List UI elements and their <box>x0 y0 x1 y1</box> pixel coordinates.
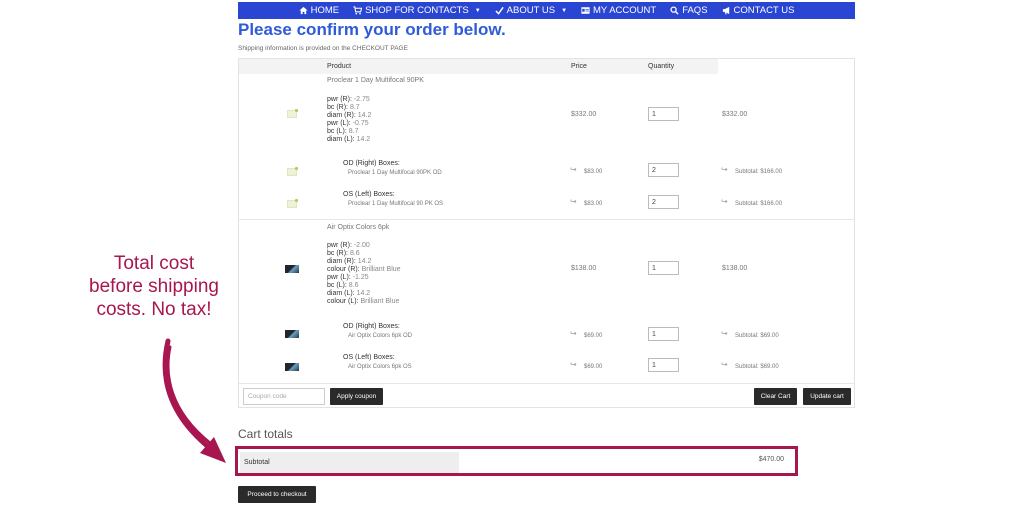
account-card-icon <box>581 6 590 15</box>
nav-contact-label: CONTACT US <box>733 5 795 16</box>
os-subtotal: Subtotal: $69.00 <box>735 364 779 370</box>
row-divider <box>239 219 854 220</box>
od-boxes-label: OD (Right) Boxes: <box>343 323 400 330</box>
product-image[interactable] <box>285 330 299 338</box>
return-arrow-icon: ↪ <box>721 329 728 338</box>
spec-row: colour (L): Brilliant Blue <box>327 298 400 305</box>
caret-down-icon: ▼ <box>561 7 568 14</box>
cart-totals-title: Cart totals <box>238 427 293 441</box>
product-name[interactable]: Air Optix Colors 6pk <box>327 224 389 232</box>
spec-row: bc (L): 8.7 <box>327 128 359 135</box>
spec-row: diam (L): 14.2 <box>327 136 371 143</box>
nav-faqs[interactable]: FAQS <box>670 5 708 16</box>
check-icon <box>495 6 504 15</box>
product-price: $138.00 <box>571 265 597 272</box>
product-total: $138.00 <box>722 265 748 272</box>
nav-home-label: HOME <box>310 5 340 16</box>
header-price: Price <box>571 63 587 70</box>
annotation-arrow-icon <box>162 338 226 463</box>
quantity-input[interactable]: 1 <box>648 107 679 121</box>
update-cart-button[interactable]: Update cart <box>803 388 851 405</box>
spec-row: pwr (R): -2.00 <box>327 242 370 249</box>
os-boxes-label: OS (Left) Boxes: <box>343 354 395 361</box>
product-total: $332.00 <box>722 111 748 118</box>
product-image[interactable] <box>285 363 299 371</box>
nav-contact[interactable]: CONTACT US <box>722 5 795 16</box>
main-nav: HOME SHOP FOR CONTACTS ▼ ABOUT US ▼ MY A… <box>238 2 855 19</box>
search-icon <box>670 6 679 15</box>
header-product: Product <box>327 63 352 70</box>
spec-row: bc (R): 8.7 <box>327 104 360 111</box>
os-quantity-input[interactable]: 1 <box>648 358 679 372</box>
page-title: Please confirm your order below. <box>238 20 506 39</box>
clear-cart-button[interactable]: Clear Cart <box>754 388 797 405</box>
annotation-text: Total cost before shipping costs. No tax… <box>89 253 219 320</box>
od-product-name: Proclear 1 Day Multifocal 90PK OD <box>348 170 442 176</box>
product-image[interactable] <box>285 265 299 273</box>
subtotal-value: $470.00 <box>758 456 784 463</box>
nav-account-label: MY ACCOUNT <box>593 5 657 16</box>
return-arrow-icon: ↪ <box>570 360 577 369</box>
od-price: $69.00 <box>584 333 603 339</box>
spec-row: diam (R): 14.2 <box>327 258 372 265</box>
spec-row: diam (L): 14.2 <box>327 290 371 297</box>
od-price: $83.00 <box>584 169 603 175</box>
nav-about-label: ABOUT US <box>506 5 556 16</box>
nav-faqs-label: FAQS <box>682 5 708 16</box>
os-quantity-input[interactable]: 2 <box>648 195 679 209</box>
od-subtotal: Subtotal: $166.00 <box>735 169 783 175</box>
nav-shop[interactable]: SHOP FOR CONTACTS ▼ <box>353 5 481 16</box>
product-image[interactable] <box>287 167 298 176</box>
nav-about[interactable]: ABOUT US ▼ <box>495 5 567 16</box>
apply-coupon-button[interactable]: Apply coupon <box>330 388 383 405</box>
quantity-input[interactable]: 1 <box>648 261 679 275</box>
row-divider <box>239 383 854 384</box>
cart-table: Product Price Quantity Proclear 1 Day Mu… <box>238 58 855 408</box>
spec-row: colour (R): Brilliant Blue <box>327 266 401 273</box>
cart-icon <box>353 6 363 15</box>
return-arrow-icon: ↪ <box>721 165 728 174</box>
spec-row: pwr (L): -1.25 <box>327 274 369 281</box>
os-boxes-label: OS (Left) Boxes: <box>343 191 395 198</box>
product-image[interactable] <box>287 199 298 208</box>
header-quantity: Quantity <box>648 63 675 70</box>
return-arrow-icon: ↪ <box>570 165 577 174</box>
product-image[interactable] <box>287 109 298 118</box>
proceed-to-checkout-button[interactable]: Proceed to checkout <box>238 486 316 503</box>
spec-row: bc (R): 8.6 <box>327 250 360 257</box>
nav-home[interactable]: HOME <box>299 5 340 16</box>
spec-row: bc (L): 8.6 <box>327 282 359 289</box>
return-arrow-icon: ↪ <box>570 329 577 338</box>
od-quantity-input[interactable]: 2 <box>648 163 679 177</box>
megaphone-icon <box>722 6 731 15</box>
subtotal-highlight-box: Subtotal $470.00 <box>235 446 798 476</box>
product-price: $332.00 <box>571 111 597 118</box>
os-product-name: Air Optix Colors 6pk OS <box>348 364 412 370</box>
spec-row: diam (R): 14.2 <box>327 112 372 119</box>
product-specs: pwr (R): -2.00 bc (R): 8.6 diam (R): 14.… <box>327 242 401 306</box>
nav-shop-label: SHOP FOR CONTACTS <box>365 5 469 16</box>
table-header: Product Price Quantity <box>239 59 718 74</box>
spec-row: pwr (R): -2.75 <box>327 96 370 103</box>
od-product-name: Air Optix Colors 6pk OD <box>348 333 413 339</box>
od-subtotal: Subtotal: $69.00 <box>735 333 779 339</box>
od-boxes-label: OD (Right) Boxes: <box>343 160 400 167</box>
os-subtotal: Subtotal: $166.00 <box>735 201 783 207</box>
os-product-name: Proclear 1 Day Multifocal 90 PK OS <box>348 201 444 207</box>
spec-row: pwr (L): -0.75 <box>327 120 369 127</box>
os-price: $69.00 <box>584 364 603 370</box>
od-quantity-input[interactable]: 1 <box>648 327 679 341</box>
return-arrow-icon: ↪ <box>721 360 728 369</box>
subtotal-label: Subtotal <box>240 452 459 473</box>
shipping-note: Shipping information is provided on the … <box>238 45 408 52</box>
home-icon <box>299 6 308 15</box>
return-arrow-icon: ↪ <box>570 197 577 206</box>
product-specs: pwr (R): -2.75 bc (R): 8.7 diam (R): 14.… <box>327 96 371 144</box>
return-arrow-icon: ↪ <box>721 197 728 206</box>
os-price: $83.00 <box>584 201 603 207</box>
caret-down-icon: ▼ <box>474 7 481 14</box>
nav-account[interactable]: MY ACCOUNT <box>581 5 656 16</box>
product-name[interactable]: Proclear 1 Day Multifocal 90PK <box>327 77 424 85</box>
coupon-code-input[interactable]: Coupon code <box>243 388 325 405</box>
